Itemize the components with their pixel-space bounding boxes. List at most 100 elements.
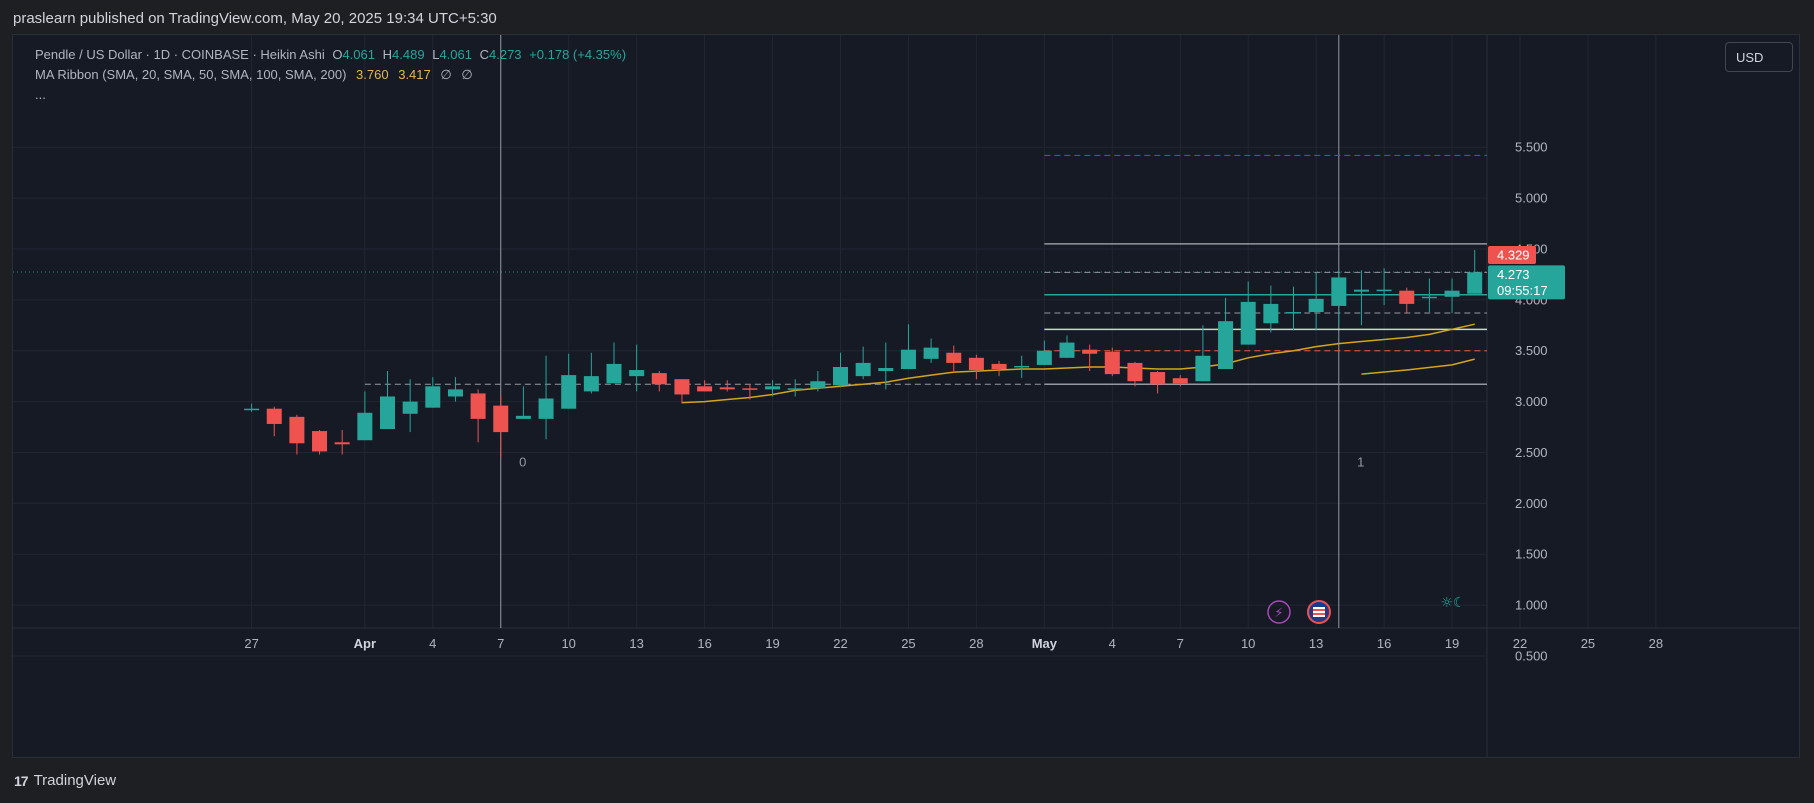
- candle-body[interactable]: [1195, 355, 1211, 382]
- time-axis-label: 28: [1649, 636, 1663, 651]
- candle-body[interactable]: [765, 386, 781, 390]
- candle-body[interactable]: [1150, 372, 1166, 385]
- currency-label: USD: [1736, 49, 1764, 65]
- candle-body[interactable]: [606, 363, 622, 384]
- candle-body[interactable]: [1467, 272, 1483, 294]
- high-label: H: [382, 47, 393, 62]
- candle-body[interactable]: [1036, 350, 1052, 365]
- open-value: 4.061: [342, 47, 376, 62]
- more-indicators-button[interactable]: ...: [35, 87, 46, 102]
- ma-ribbon-title[interactable]: MA Ribbon (SMA, 20, SMA, 50, SMA, 100, S…: [35, 67, 346, 82]
- candle-body[interactable]: [651, 373, 667, 385]
- time-axis-label: 25: [1581, 636, 1595, 651]
- lightning-glyph-icon: ⚡: [1274, 606, 1283, 621]
- candle-body[interactable]: [289, 416, 305, 444]
- vertical-marker-label: 1: [1357, 455, 1364, 470]
- ma-value-3: ∅: [440, 67, 452, 82]
- candle-body[interactable]: [493, 405, 509, 433]
- candle-body[interactable]: [991, 363, 1007, 370]
- candle-body[interactable]: [742, 388, 758, 390]
- chart-frame[interactable]: 015.5005.0004.5004.0003.5003.0002.5002.0…: [12, 34, 1800, 758]
- low-value: 4.061: [439, 47, 472, 62]
- candle-body[interactable]: [1444, 290, 1460, 297]
- time-axis-label: 27: [244, 636, 258, 651]
- ma-50-line: [1361, 358, 1475, 375]
- price-axis-label: 5.000: [1515, 191, 1548, 206]
- us-flag-stripes-icon: [1313, 607, 1325, 617]
- candle-body[interactable]: [968, 357, 984, 371]
- candle-body[interactable]: [923, 347, 939, 359]
- candle-body[interactable]: [561, 375, 577, 409]
- candle-body[interactable]: [1331, 277, 1347, 306]
- time-axis-label: 16: [1377, 636, 1391, 651]
- candle-body[interactable]: [447, 389, 463, 397]
- candle-body[interactable]: [878, 367, 894, 372]
- candle-body[interactable]: [674, 379, 690, 395]
- candle-body[interactable]: [1263, 303, 1279, 324]
- candle-body[interactable]: [334, 442, 350, 445]
- time-axis-label: 4: [429, 636, 436, 651]
- symbol-name[interactable]: Pendle / US Dollar · 1D · COINBASE · Hei…: [35, 47, 325, 62]
- time-axis-label: 7: [1177, 636, 1184, 651]
- candle-body[interactable]: [1421, 296, 1437, 299]
- candle-body[interactable]: [1172, 378, 1188, 384]
- day-night-icon: ☼☾: [1440, 595, 1465, 611]
- candle-body[interactable]: [1059, 342, 1075, 358]
- time-axis-label: 7: [497, 636, 504, 651]
- price-tag-value: 4.329: [1497, 248, 1530, 263]
- candle-body[interactable]: [380, 396, 395, 430]
- candle-body[interactable]: [266, 408, 282, 424]
- candle-body[interactable]: [697, 386, 713, 392]
- time-axis-label: 10: [561, 636, 575, 651]
- price-axis-label: 1.500: [1515, 547, 1548, 562]
- time-axis-label: 16: [697, 636, 711, 651]
- candle-body[interactable]: [1286, 312, 1301, 314]
- candle-body[interactable]: [1082, 349, 1098, 354]
- price-axis-label: 3.000: [1515, 394, 1548, 409]
- candle-body[interactable]: [1308, 298, 1324, 313]
- tradingview-logo-icon: 17: [14, 772, 29, 789]
- candle-body[interactable]: [1104, 351, 1120, 375]
- candle-body[interactable]: [787, 388, 803, 390]
- high-value: 4.489: [392, 47, 425, 62]
- candle-body[interactable]: [900, 349, 916, 370]
- time-axis-label: Apr: [354, 636, 376, 651]
- candle-body[interactable]: [855, 362, 871, 377]
- candle-body[interactable]: [1240, 301, 1256, 345]
- tradingview-brand-text: TradingView: [33, 772, 117, 789]
- candle-body[interactable]: [1376, 289, 1392, 292]
- price-axis-label: 3.500: [1515, 343, 1548, 358]
- time-axis-label: 13: [1309, 636, 1323, 651]
- candle-body[interactable]: [946, 352, 962, 363]
- tradingview-logo[interactable]: 17 TradingView: [14, 772, 116, 789]
- candle-body[interactable]: [629, 370, 645, 377]
- candle-body[interactable]: [583, 376, 599, 392]
- price-axis-label: 2.000: [1515, 496, 1548, 511]
- time-axis-label: 28: [969, 636, 983, 651]
- candle-body[interactable]: [312, 431, 328, 452]
- chart-legend: Pendle / US Dollar · 1D · COINBASE · Hei…: [35, 45, 626, 105]
- candle-body[interactable]: [402, 401, 418, 414]
- candle-body[interactable]: [1218, 321, 1234, 370]
- candle-body[interactable]: [810, 381, 826, 389]
- candle-body[interactable]: [1127, 362, 1143, 382]
- time-axis-label: 10: [1241, 636, 1255, 651]
- candle-body[interactable]: [1353, 289, 1369, 292]
- price-tag-countdown: 09:55:17: [1497, 283, 1548, 298]
- candle-body[interactable]: [1014, 365, 1030, 368]
- candle-body[interactable]: [833, 366, 848, 386]
- candle-body[interactable]: [470, 393, 486, 419]
- publisher-bar: praslearn published on TradingView.com, …: [0, 0, 1814, 34]
- vertical-marker-label: 0: [519, 455, 526, 470]
- currency-button[interactable]: USD: [1725, 42, 1793, 72]
- candle-body[interactable]: [357, 412, 373, 441]
- ma-value-4: ∅: [461, 67, 473, 82]
- candle-body[interactable]: [538, 398, 554, 419]
- time-axis-label: 13: [629, 636, 643, 651]
- candle-body[interactable]: [515, 415, 531, 419]
- price-chart[interactable]: 015.5005.0004.5004.0003.5003.0002.5002.0…: [13, 35, 1799, 757]
- candle-body[interactable]: [1399, 290, 1415, 304]
- candle-body[interactable]: [425, 386, 441, 408]
- candle-body[interactable]: [719, 387, 735, 390]
- candle-body[interactable]: [244, 408, 260, 411]
